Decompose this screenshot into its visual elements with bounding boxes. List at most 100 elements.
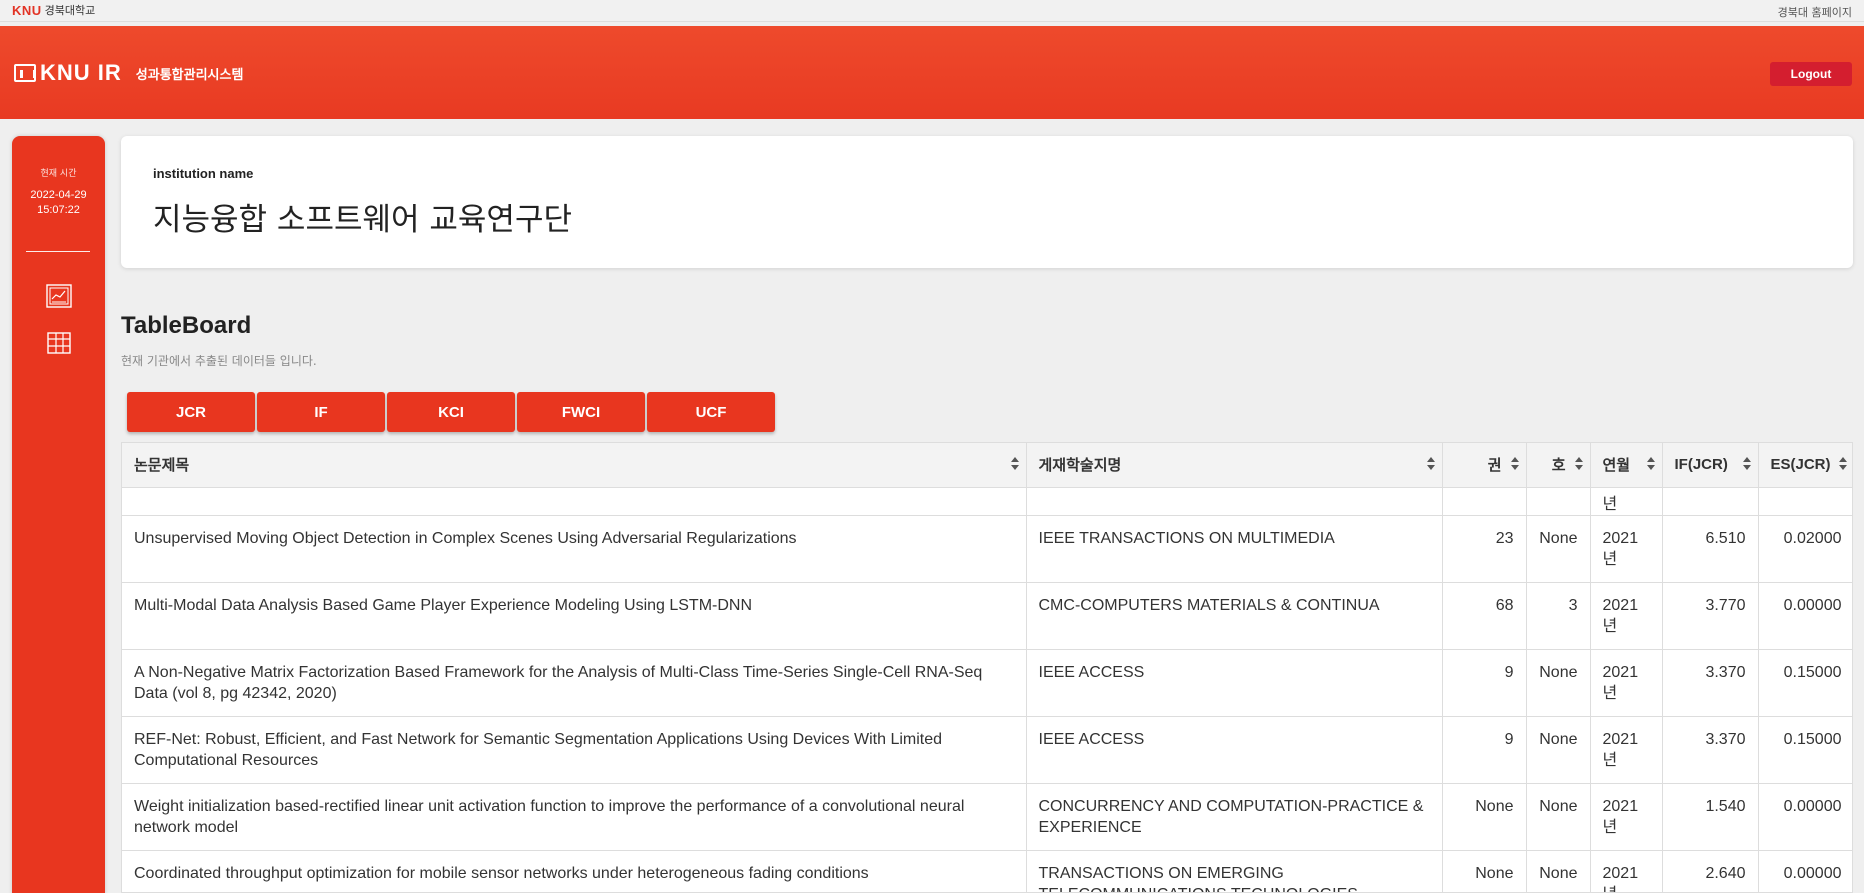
table-row[interactable]: Multi-Modal Data Analysis Based Game Pla… [122, 582, 1852, 650]
papers-table: 논문제목 게재학술지명 권 호 연월 IF(JCR) ES(JCR) 년 Uns… [122, 443, 1852, 893]
cell-es: 0.15000 [1758, 716, 1852, 784]
cell-es: 0.00000 [1758, 850, 1852, 892]
cell-issue: None [1526, 649, 1591, 717]
column-header-label: 논문제목 [134, 457, 190, 475]
cell-year-month: 2021 년 [1590, 582, 1663, 650]
cell-issue [1526, 487, 1591, 516]
cell-journal: CONCURRENCY AND COMPUTATION-PRACTICE & E… [1026, 783, 1443, 851]
tableboard-title: TableBoard [121, 312, 252, 339]
table-row[interactable]: Unsupervised Moving Object Detection in … [122, 515, 1852, 583]
app-header: KNU IR 성과통합관리시스템 Logout [0, 26, 1864, 119]
cell-year-suffix: 년 [1602, 751, 1618, 769]
cell-if: 3.770 [1662, 582, 1759, 650]
column-header-volume[interactable]: 권 [1442, 443, 1527, 488]
cell-title: REF-Net: Robust, Efficient, and Fast Net… [122, 716, 1027, 784]
cell-year-suffix: 년 [1602, 684, 1618, 702]
table-icon[interactable] [46, 331, 72, 355]
cell-journal: TRANSACTIONS ON EMERGING TELECOMMUNICATI… [1026, 850, 1443, 892]
cell-issue: None [1526, 716, 1591, 784]
current-time: 15:07:22 [37, 204, 80, 216]
sort-icon[interactable] [1010, 457, 1020, 473]
cell-journal: IEEE ACCESS [1026, 716, 1443, 784]
cell-journal [1026, 487, 1443, 516]
column-header-journal[interactable]: 게재학술지명 [1026, 443, 1443, 488]
cell-year-month: 년 [1590, 487, 1663, 516]
cell-volume: None [1442, 783, 1527, 851]
cell-journal: IEEE TRANSACTIONS ON MULTIMEDIA [1026, 515, 1443, 583]
tab-if[interactable]: IF [257, 392, 385, 432]
cell-year: 2021 [1602, 730, 1639, 748]
sort-icon[interactable] [1510, 457, 1520, 473]
column-header-label: 호 [1551, 457, 1566, 475]
column-header-es-jcr[interactable]: ES(JCR) [1758, 443, 1852, 488]
table-row[interactable]: A Non-Negative Matrix Factorization Base… [122, 649, 1852, 717]
logo-mark-icon [14, 64, 36, 82]
cell-volume: 68 [1442, 582, 1527, 650]
cell-year: 2021 [1602, 596, 1639, 614]
column-header-label: IF(JCR) [1674, 456, 1728, 474]
cell-year-month: 2021 년 [1590, 649, 1663, 717]
sidebar: 현재 시간 2022-04-29 15:07:22 [12, 136, 105, 893]
cell-year: 2021 [1602, 529, 1639, 547]
cell-es: 0.15000 [1758, 649, 1852, 717]
top-utility-bar: KNU 경북대학교 경북대 홈페이지 [0, 0, 1864, 22]
papers-table-container[interactable]: 논문제목 게재학술지명 권 호 연월 IF(JCR) ES(JCR) 년 Uns… [121, 442, 1853, 893]
cell-if: 1.540 [1662, 783, 1759, 851]
sort-icon[interactable] [1742, 457, 1752, 473]
cell-title: Unsupervised Moving Object Detection in … [122, 515, 1027, 583]
cell-volume: None [1442, 850, 1527, 892]
cell-year-month: 2021 년 [1590, 850, 1663, 893]
university-brand[interactable]: KNU 경북대학교 [12, 2, 95, 18]
knu-small-logo: KNU [12, 2, 42, 18]
cell-es: 0.00000 [1758, 783, 1852, 851]
cell-issue: None [1526, 515, 1591, 583]
cell-issue: None [1526, 850, 1591, 892]
cell-year-suffix: 년 [1602, 550, 1618, 568]
knu-ir-logo: KNU IR [14, 60, 122, 86]
table-row[interactable]: Weight initialization based-rectified li… [122, 783, 1852, 851]
table-row[interactable]: REF-Net: Robust, Efficient, and Fast Net… [122, 716, 1852, 784]
cell-year-suffix: 년 [1602, 617, 1618, 635]
column-header-label: 권 [1487, 457, 1502, 475]
cell-year-suffix: 년 [1603, 884, 1658, 893]
cell-title: Multi-Modal Data Analysis Based Game Pla… [122, 582, 1027, 650]
tab-ucf[interactable]: UCF [647, 392, 775, 432]
column-header-title[interactable]: 논문제목 [122, 443, 1027, 488]
sort-icon[interactable] [1838, 457, 1848, 473]
metric-tabs: JCR IF KCI FWCI UCF [121, 390, 791, 434]
logout-button[interactable]: Logout [1770, 62, 1852, 86]
university-homepage-link[interactable]: 경북대 홈페이지 [1778, 4, 1852, 20]
cell-issue: None [1526, 783, 1591, 851]
column-header-issue[interactable]: 호 [1526, 443, 1591, 488]
university-name: 경북대학교 [44, 4, 96, 17]
cell-title: Coordinated throughput optimization for … [122, 850, 1027, 892]
column-header-year-month[interactable]: 연월 [1590, 443, 1663, 488]
table-row[interactable]: 년 [122, 487, 1852, 516]
tab-kci[interactable]: KCI [387, 392, 515, 432]
cell-es: 0.02000 [1758, 515, 1852, 583]
cell-es [1758, 487, 1852, 516]
institution-card: institution name 지능융합 소프트웨어 교육연구단 [121, 136, 1853, 268]
cell-if [1662, 487, 1759, 516]
column-header-if-jcr[interactable]: IF(JCR) [1662, 443, 1759, 488]
logo-text: KNU IR [40, 60, 122, 85]
sort-icon[interactable] [1646, 457, 1656, 473]
tab-jcr[interactable]: JCR [127, 392, 255, 432]
sort-icon[interactable] [1574, 457, 1584, 473]
current-date: 2022-04-29 [30, 189, 87, 201]
column-header-label: 연월 [1602, 457, 1631, 475]
cell-journal: CMC-COMPUTERS MATERIALS & CONTINUA [1026, 582, 1443, 650]
cell-year-month: 2021 년 [1590, 515, 1663, 583]
cell-if: 6.510 [1662, 515, 1759, 583]
app-logo[interactable]: KNU IR 성과통합관리시스템 [14, 60, 243, 86]
cell-if: 2.640 [1662, 850, 1759, 892]
column-header-label: ES(JCR) [1770, 456, 1831, 474]
column-header-label: 게재학술지명 [1038, 457, 1122, 475]
table-row[interactable]: Coordinated throughput optimization for … [122, 850, 1852, 893]
cell-title: Weight initialization based-rectified li… [122, 783, 1027, 851]
cell-year-month: 2021 년 [1590, 716, 1663, 784]
tableboard-subtitle: 현재 기관에서 추출된 데이터들 입니다. [121, 354, 317, 368]
tab-fwci[interactable]: FWCI [517, 392, 645, 432]
chart-icon[interactable] [46, 284, 72, 308]
sort-icon[interactable] [1426, 457, 1436, 473]
